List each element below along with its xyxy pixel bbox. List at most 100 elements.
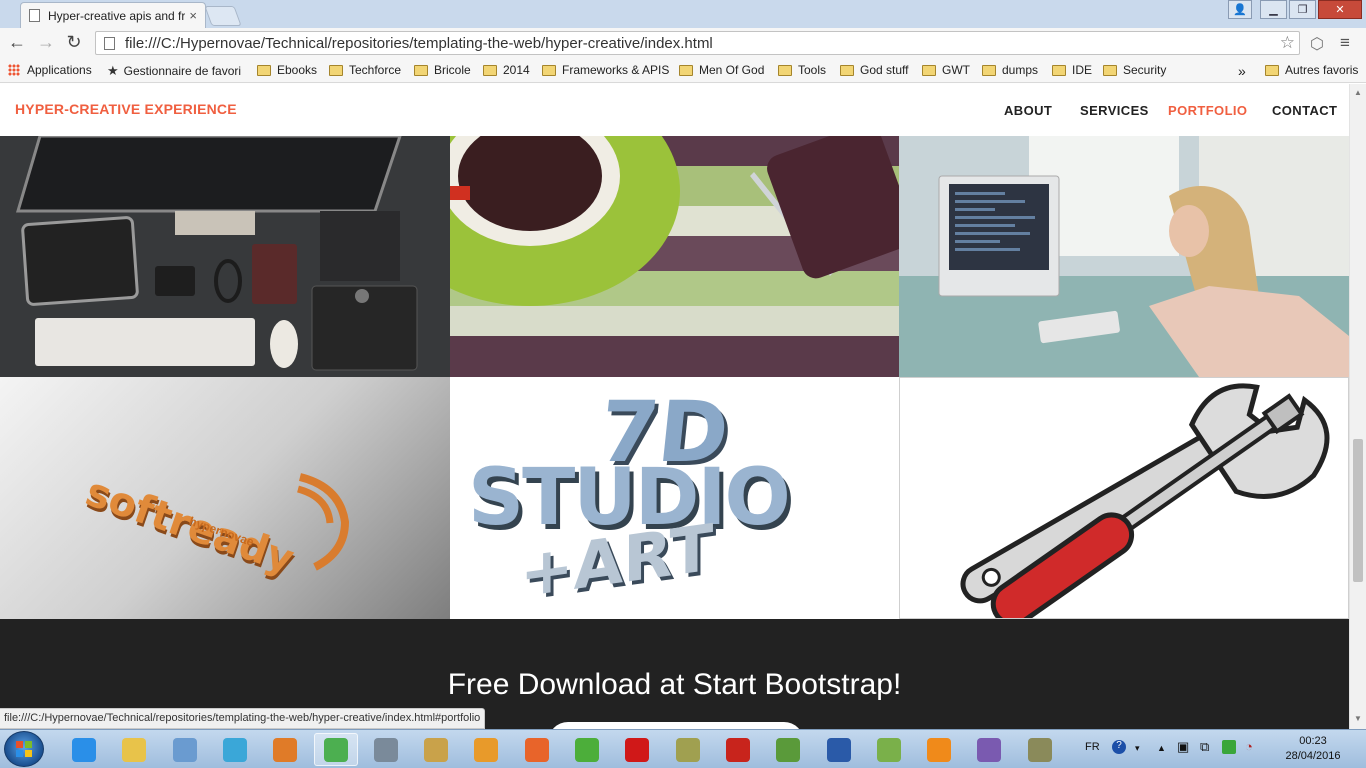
bookmark-manager[interactable]: ★ Gestionnaire de favori: [107, 63, 243, 79]
portfolio-item-7d-studio[interactable]: 7D STUDIO +ART: [450, 377, 899, 619]
taskbar-green-app-button[interactable]: [565, 733, 609, 766]
taskbar-game-app-button[interactable]: [1018, 733, 1062, 766]
start-button[interactable]: [4, 731, 44, 767]
bookmark-folder-gwt[interactable]: GWT: [922, 63, 970, 77]
portfolio-grid: softready hypernovae 7D STUDIO +ART: [0, 136, 1349, 619]
media-player-icon: [474, 737, 498, 762]
bookmark-star-icon[interactable]: ☆: [1280, 33, 1295, 53]
vlc-icon: [927, 737, 951, 762]
taskbar-java-app-button[interactable]: [263, 733, 307, 766]
nav-link-about[interactable]: ABOUT: [1004, 103, 1052, 118]
taskbar-play-app-button[interactable]: [817, 733, 861, 766]
portfolio-item-desk-devices[interactable]: [0, 136, 450, 377]
taskbar-monitor-app-button[interactable]: [163, 733, 207, 766]
tab-close-icon[interactable]: ×: [189, 8, 197, 23]
taskbar-notepad-app-button[interactable]: [766, 733, 810, 766]
help-icon[interactable]: ?: [1112, 740, 1126, 754]
nav-link-portfolio[interactable]: PORTFOLIO: [1168, 103, 1247, 118]
bookmark-folder-2014[interactable]: 2014: [483, 63, 530, 77]
taskbar-opera-button[interactable]: [615, 733, 659, 766]
new-tab-button[interactable]: [204, 6, 242, 26]
folder-icon: [414, 64, 428, 76]
nav-link-services[interactable]: SERVICES: [1080, 103, 1149, 118]
clock[interactable]: 00:23 28/04/2016: [1278, 734, 1348, 764]
bookmark-folder-other[interactable]: Autres favoris: [1265, 63, 1358, 77]
taskbar-paint-button[interactable]: [414, 733, 458, 766]
taskbar-acrobat-button[interactable]: [716, 733, 760, 766]
network-icon[interactable]: ⧉: [1200, 739, 1209, 755]
device-icon[interactable]: ▣: [1177, 739, 1189, 755]
folder-icon: [778, 64, 792, 76]
scroll-up-arrow-icon[interactable]: ▲: [1354, 88, 1362, 97]
close-window-button[interactable]: ✕: [1318, 0, 1362, 19]
game-app-icon: [1028, 737, 1052, 762]
bookmark-applications[interactable]: Applications: [8, 63, 92, 77]
nav-link-contact[interactable]: CONTACT: [1272, 103, 1337, 118]
wrench-screwdriver-image: [960, 383, 1330, 618]
scrollbar-thumb[interactable]: [1353, 439, 1363, 582]
portfolio-item-softready[interactable]: softready hypernovae: [0, 377, 450, 619]
language-chevron-icon[interactable]: ▾: [1135, 743, 1140, 754]
taskbar-internet-explorer-button[interactable]: [62, 733, 106, 766]
taskbar-file-explorer-button[interactable]: [112, 733, 156, 766]
folder-icon: [542, 64, 556, 76]
monitor-app-icon: [173, 737, 197, 762]
taskbar-network-tool-button[interactable]: [364, 733, 408, 766]
network-tool-icon: [374, 737, 398, 762]
browser-tab[interactable]: Hyper-creative apis and fr ×: [20, 2, 206, 28]
browser-menu-icon[interactable]: ≡: [1340, 33, 1350, 53]
tray-expand-icon[interactable]: ▲: [1157, 743, 1166, 753]
battery-icon[interactable]: [1222, 740, 1236, 754]
page-scrollbar[interactable]: ▲ ▼: [1349, 84, 1366, 729]
taskbar-circle-app-button[interactable]: [213, 733, 257, 766]
taskbar-w-app-button[interactable]: [666, 733, 710, 766]
extension-icon[interactable]: ⬡: [1310, 34, 1324, 54]
apps-grid-icon: [8, 64, 20, 76]
wifi-icon[interactable]: ◔: [1245, 739, 1253, 754]
portfolio-item-woman-computer[interactable]: [899, 136, 1349, 377]
folder-icon: [840, 64, 854, 76]
page-icon: [29, 9, 40, 22]
user-profile-icon[interactable]: 👤: [1228, 0, 1252, 19]
link-status-bar: file:///C:/Hypernovae/Technical/reposito…: [0, 708, 486, 729]
portfolio-item-tools[interactable]: [899, 377, 1349, 619]
taskbar-chrome-button[interactable]: [314, 733, 358, 766]
taskbar-vlc-button[interactable]: [917, 733, 961, 766]
bookmark-folder-bricole[interactable]: Bricole: [414, 63, 471, 77]
taskbar-cat-app-button[interactable]: [967, 733, 1011, 766]
bookmarks-overflow-chevron-icon[interactable]: »: [1238, 63, 1246, 79]
minimize-button[interactable]: ▁: [1260, 0, 1287, 19]
woman-computer-image: [899, 136, 1349, 377]
folder-icon: [329, 64, 343, 76]
taskbar-firefox-button[interactable]: [515, 733, 559, 766]
folder-icon: [483, 64, 497, 76]
file-explorer-icon: [122, 737, 146, 762]
bookmark-folder-men-of-god[interactable]: Men Of God: [679, 63, 764, 77]
address-bar[interactable]: file:///C:/Hypernovae/Technical/reposito…: [95, 31, 1300, 55]
bookmark-folder-security[interactable]: Security: [1103, 63, 1166, 77]
bookmarks-bar: Applications ★ Gestionnaire de favori Eb…: [0, 58, 1366, 83]
bookmark-folder-tools[interactable]: Tools: [778, 63, 826, 77]
notepad-app-icon: [776, 737, 800, 762]
scroll-down-arrow-icon[interactable]: ▼: [1354, 714, 1362, 723]
bookmark-folder-techforce[interactable]: Techforce: [329, 63, 401, 77]
bookmark-folder-frameworks[interactable]: Frameworks & APIS: [542, 63, 669, 77]
portfolio-item-coffee[interactable]: [450, 136, 899, 377]
circle-app-icon: [223, 737, 247, 762]
bookmark-folder-dumps[interactable]: dumps: [982, 63, 1038, 77]
maximize-button[interactable]: ❐: [1289, 0, 1316, 19]
address-url[interactable]: file:///C:/Hypernovae/Technical/reposito…: [125, 35, 713, 52]
reload-icon[interactable]: ↻: [63, 32, 85, 53]
taskbar-paper-plane-app-button[interactable]: [867, 733, 911, 766]
forward-arrow-icon[interactable]: →: [35, 32, 57, 53]
chrome-icon: [324, 737, 348, 762]
taskbar-media-player-button[interactable]: [464, 733, 508, 766]
java-app-icon: [273, 737, 297, 762]
window-titlebar: Hyper-creative apis and fr × 👤 ▁ ❐ ✕: [0, 0, 1366, 28]
back-arrow-icon[interactable]: ←: [6, 32, 28, 53]
language-indicator[interactable]: FR: [1085, 741, 1100, 753]
site-brand[interactable]: HYPER-CREATIVE EXPERIENCE: [15, 101, 237, 117]
bookmark-folder-ebooks[interactable]: Ebooks: [257, 63, 317, 77]
bookmark-folder-ide[interactable]: IDE: [1052, 63, 1092, 77]
bookmark-folder-god-stuff[interactable]: God stuff: [840, 63, 908, 77]
